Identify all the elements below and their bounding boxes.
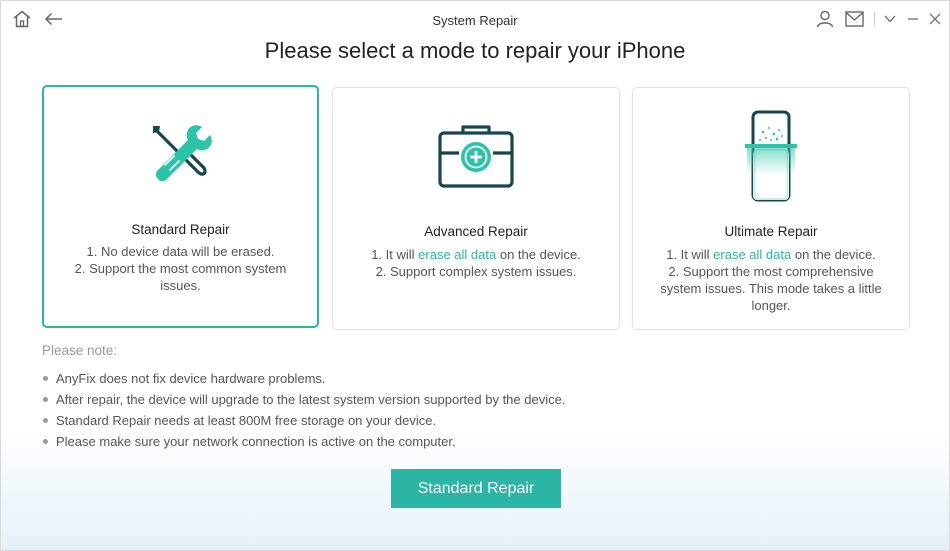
desc-text: 1. It will: [666, 247, 714, 262]
note-title: Please note:: [42, 343, 118, 358]
mail-icon[interactable]: [844, 9, 864, 29]
mode-desc-line: 1. It will erase all data on the device.: [643, 246, 899, 263]
mode-desc-advanced: 1. It will erase all data on the device.…: [343, 246, 609, 280]
desc-text: 1. It will: [371, 247, 419, 262]
mode-title-standard: Standard Repair: [131, 222, 230, 237]
mode-title-ultimate: Ultimate Repair: [724, 224, 818, 239]
desc-text: on the device.: [496, 247, 581, 262]
mode-desc-line: 2. Support the most comprehensive system…: [660, 264, 882, 313]
title-bar: System Repair: [1, 1, 949, 37]
app-window: System Repair Please select a mode to re…: [0, 0, 950, 551]
mode-desc-line: 1. It will erase all data on the device.: [343, 246, 609, 263]
close-icon[interactable]: [925, 9, 945, 29]
mode-desc-line: 2. Support complex system issues.: [375, 264, 577, 279]
mode-card-ultimate[interactable]: Ultimate Repair 1. It will erase all dat…: [632, 87, 910, 330]
mode-title-advanced: Advanced Repair: [424, 224, 528, 239]
tools-icon: [44, 119, 317, 209]
mode-desc-standard: 1. No device data will be erased. 2. Sup…: [54, 243, 307, 294]
mode-card-standard[interactable]: Standard Repair 1. No device data will b…: [42, 85, 319, 328]
note-item: AnyFix does not fix device hardware prob…: [42, 370, 565, 391]
page-title: Please select a mode to repair your iPho…: [264, 38, 686, 63]
note-list: AnyFix does not fix device hardware prob…: [42, 370, 565, 454]
mode-card-advanced[interactable]: Advanced Repair 1. It will erase all dat…: [332, 87, 620, 330]
chevron-down-icon[interactable]: [880, 9, 900, 29]
phone-scan-icon: [633, 110, 909, 202]
standard-repair-button[interactable]: Standard Repair: [391, 469, 561, 508]
window-title: System Repair: [432, 13, 518, 28]
note-item: Standard Repair needs at least 800M free…: [42, 412, 565, 433]
desc-text: on the device.: [791, 247, 876, 262]
account-icon[interactable]: [815, 9, 835, 29]
mode-desc-ultimate: 1. It will erase all data on the device.…: [643, 246, 899, 314]
erase-warning-text: erase all data: [418, 247, 497, 262]
title-bar-divider: [874, 12, 875, 26]
toolbox-icon: [333, 121, 619, 211]
minimize-icon[interactable]: [903, 9, 923, 29]
erase-warning-text: erase all data: [713, 247, 792, 262]
mode-desc-line: 2. Support the most common system issues…: [74, 261, 287, 293]
mode-desc-line: 1. No device data will be erased.: [86, 244, 275, 259]
note-item: Please make sure your network connection…: [42, 433, 565, 454]
note-item: After repair, the device will upgrade to…: [42, 391, 565, 412]
